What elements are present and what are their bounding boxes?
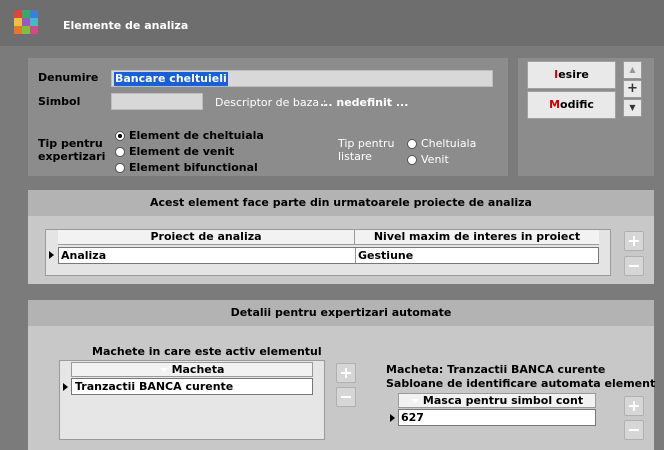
denumire-label: Denumire bbox=[38, 71, 99, 84]
iesire-button[interactable]: Iesire bbox=[527, 61, 616, 89]
modific-button[interactable]: Modific bbox=[527, 91, 616, 119]
simbol-label: Simbol bbox=[38, 95, 81, 108]
descriptor-value: ... nedefinit ... bbox=[320, 96, 409, 109]
add-macheta-button[interactable] bbox=[336, 363, 356, 383]
projects-section-heading: Acest element face parte din urmatoarele… bbox=[28, 190, 654, 216]
projects-grid[interactable]: Proiect de analiza Nivel maxim de intere… bbox=[45, 229, 611, 276]
tip-listare-label-1: Tip pentru bbox=[338, 137, 395, 150]
add-project-button[interactable] bbox=[624, 231, 644, 251]
descriptor-label: Descriptor de baza : bbox=[215, 96, 327, 109]
radio-listare-cheltuiala[interactable]: Cheltuiala bbox=[407, 137, 476, 150]
row-pointer-icon bbox=[63, 383, 68, 391]
machete-grid[interactable]: Macheta Tranzactii BANCA curente bbox=[59, 360, 325, 440]
remove-macheta-button[interactable] bbox=[336, 387, 356, 407]
table-row[interactable]: Analiza Gestiune bbox=[58, 247, 599, 264]
radio-dot bbox=[407, 138, 417, 149]
details-section-heading: Detalii pentru expertizari automate bbox=[28, 300, 654, 326]
window-title: Elemente de analiza bbox=[63, 19, 189, 32]
macheta-row[interactable]: Tranzactii BANCA curente bbox=[71, 378, 313, 395]
tip-expertizari-label-1: Tip pentru bbox=[38, 137, 103, 150]
title-bar: Elemente de analiza bbox=[0, 0, 664, 46]
simbol-field[interactable] bbox=[111, 93, 203, 110]
machete-title: Machete in care este activ elementul bbox=[92, 345, 322, 358]
sort-down-icon bbox=[159, 368, 168, 372]
column-header-masca[interactable]: Masca pentru simbol cont bbox=[398, 393, 596, 408]
denumire-value: Bancare cheltuieli bbox=[114, 72, 228, 86]
sort-down-icon bbox=[410, 399, 419, 403]
macheta-info: Macheta: Tranzactii BANCA curente bbox=[386, 363, 606, 376]
column-header-proiect[interactable]: Proiect de analiza bbox=[58, 230, 354, 245]
column-header-macheta[interactable]: Macheta bbox=[71, 362, 313, 377]
add-masca-button[interactable] bbox=[624, 396, 644, 416]
scroll-down-button[interactable]: ▼ bbox=[623, 99, 642, 117]
radio-dot-selected bbox=[115, 130, 125, 141]
remove-project-button[interactable] bbox=[624, 256, 644, 276]
radio-listare-venit[interactable]: Venit bbox=[407, 153, 449, 166]
scroll-up-button[interactable]: ▲ bbox=[623, 61, 642, 79]
radio-dot bbox=[115, 146, 125, 157]
add-button[interactable]: + bbox=[623, 80, 642, 98]
row-pointer-icon bbox=[390, 414, 395, 422]
column-header-nivel[interactable]: Nivel maxim de interes in proiect bbox=[354, 230, 599, 245]
tip-expertizari-label-2: expertizari bbox=[38, 150, 106, 163]
row-pointer-icon bbox=[49, 251, 54, 259]
radio-dot bbox=[407, 154, 417, 165]
app-grid-icon bbox=[14, 10, 38, 34]
remove-masca-button[interactable] bbox=[624, 420, 644, 440]
masca-row[interactable]: 627 bbox=[398, 409, 596, 426]
radio-element-venit[interactable]: Element de venit bbox=[115, 145, 234, 158]
denumire-field[interactable]: Bancare cheltuieli bbox=[111, 70, 493, 87]
radio-dot bbox=[115, 162, 125, 173]
radio-element-bifunctional[interactable]: Element bifunctional bbox=[115, 161, 258, 174]
sabloane-title: Sabloane de identificare automata elemen… bbox=[386, 377, 656, 390]
tip-listare-label-2: listare bbox=[338, 150, 372, 163]
radio-element-cheltuiala[interactable]: Element de cheltuiala bbox=[115, 129, 264, 142]
cell-proiect: Analiza bbox=[61, 249, 107, 262]
cell-nivel: Gestiune bbox=[355, 248, 413, 263]
window: Elemente de analiza Denumire Bancare che… bbox=[0, 0, 664, 450]
